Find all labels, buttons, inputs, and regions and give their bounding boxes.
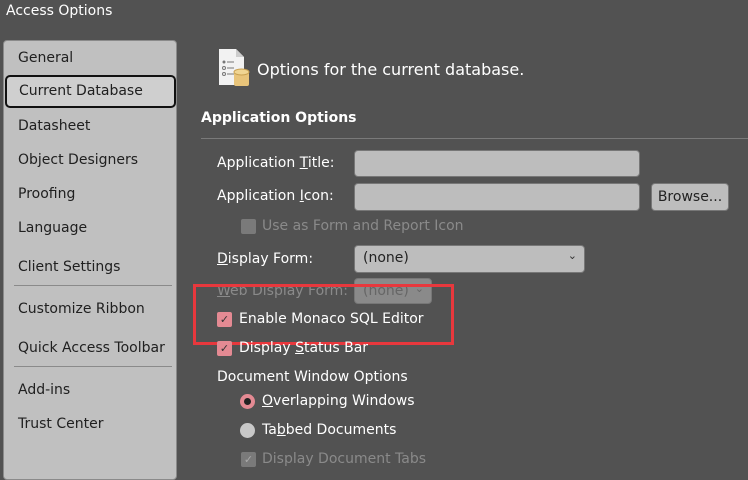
monaco-checkbox[interactable]: ✓ (217, 312, 232, 327)
sidebar-item-language[interactable]: Language (18, 220, 87, 236)
sidebar-item-current-database[interactable]: Current Database (5, 75, 176, 108)
monaco-label: Enable Monaco SQL Editor (239, 311, 424, 327)
doc-window-options-label: Document Window Options (217, 369, 408, 385)
use-as-icon-label: Use as Form and Report Icon (262, 218, 464, 234)
sidebar-item-customize-ribbon[interactable]: Customize Ribbon (18, 301, 145, 317)
sidebar-item-quick-access-toolbar[interactable]: Quick Access Toolbar (18, 340, 165, 356)
chevron-down-icon: ⌄ (567, 249, 577, 262)
sidebar: General Current Database Datasheet Objec… (3, 40, 177, 480)
sidebar-divider (14, 285, 172, 286)
sidebar-item-object-designers[interactable]: Object Designers (18, 152, 138, 168)
tabbed-label: Tabbed Documents (262, 422, 397, 438)
app-title-input[interactable] (354, 150, 640, 177)
sidebar-divider (14, 366, 172, 367)
browse-button[interactable]: Browse... (651, 183, 729, 211)
status-bar-label: Display Status Bar (239, 340, 369, 356)
app-icon-label: Application Icon: (217, 188, 334, 204)
overlapping-label: Overlapping Windows (262, 393, 415, 409)
status-bar-checkbox[interactable]: ✓ (217, 341, 232, 356)
sidebar-item-client-settings[interactable]: Client Settings (18, 259, 120, 275)
use-as-icon-checkbox[interactable] (241, 219, 256, 234)
sidebar-item-trust-center[interactable]: Trust Center (18, 416, 103, 432)
overlapping-radio[interactable] (240, 394, 255, 409)
app-icon-input[interactable] (354, 183, 640, 211)
page-title: Options for the current database. (257, 60, 525, 79)
display-form-label: Display Form: (217, 251, 314, 267)
section-title: Application Options (201, 110, 357, 126)
sidebar-item-proofing[interactable]: Proofing (18, 186, 75, 202)
window-title: Access Options (6, 3, 113, 19)
sidebar-item-datasheet[interactable]: Datasheet (18, 118, 90, 134)
sidebar-item-general[interactable]: General (18, 50, 73, 66)
tabbed-radio[interactable] (240, 423, 255, 438)
app-title-label: Application Title: (217, 155, 335, 171)
sidebar-item-add-ins[interactable]: Add-ins (18, 382, 70, 398)
display-form-select[interactable]: (none) ⌄ (354, 245, 585, 273)
section-divider (201, 138, 748, 139)
database-options-icon (219, 49, 250, 86)
